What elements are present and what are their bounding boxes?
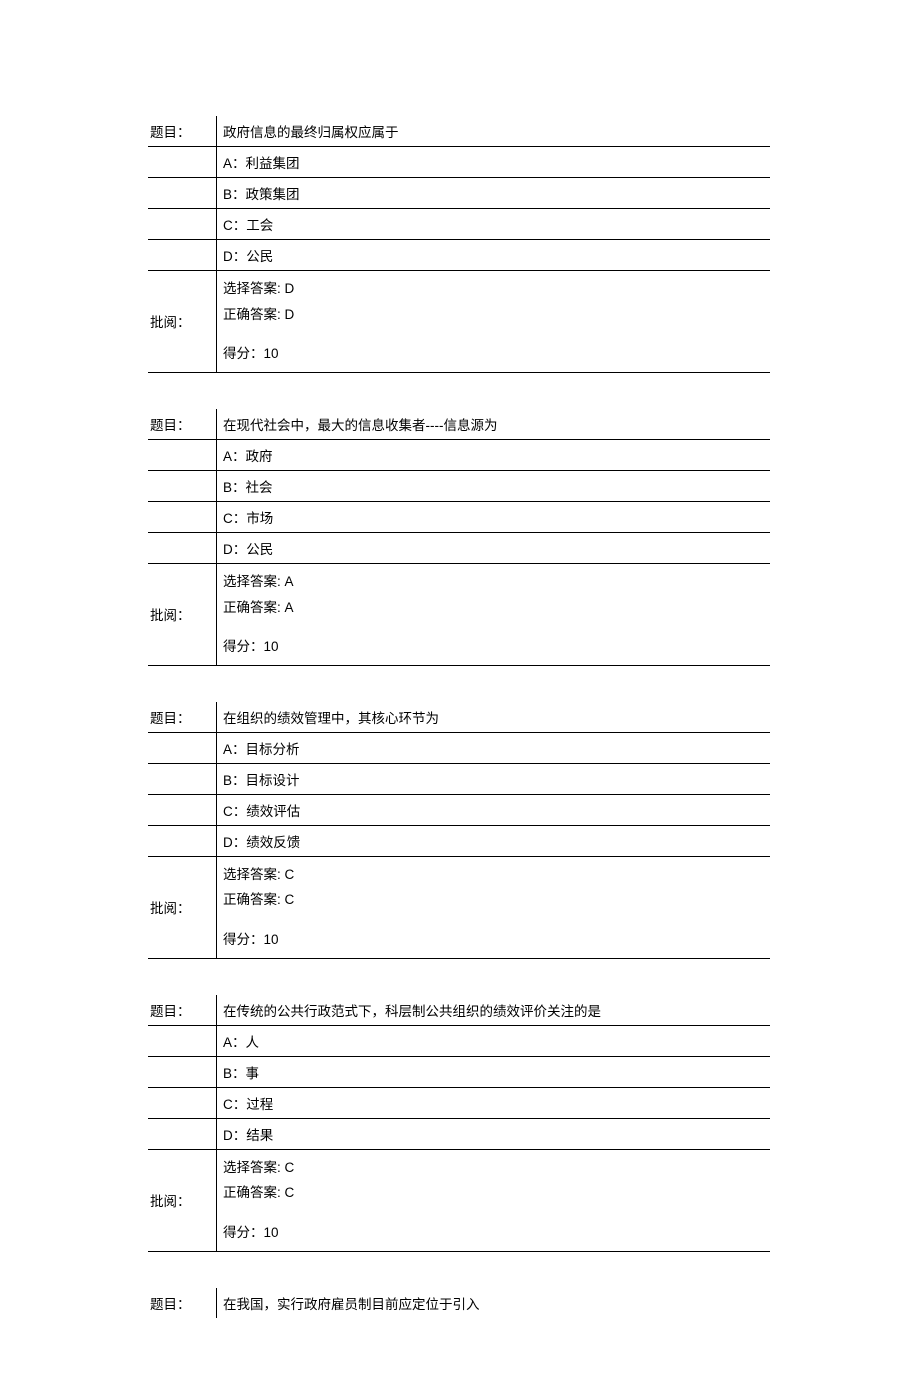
- question-row: 题目： 在现代社会中，最大的信息收集者----信息源为: [148, 409, 770, 440]
- option-row: A：目标分析: [148, 733, 770, 764]
- option-text: D：绩效反馈: [216, 826, 770, 856]
- option-text: D：公民: [216, 240, 770, 270]
- question-text: 在我国，实行政府雇员制目前应定位于引入: [216, 1288, 770, 1318]
- option-text: C：工会: [216, 209, 770, 239]
- review-label: 批阅：: [148, 271, 216, 372]
- option-text: A：政府: [216, 440, 770, 470]
- option-row: C：工会: [148, 209, 770, 240]
- question-text: 在传统的公共行政范式下，科层制公共组织的绩效评价关注的是: [216, 995, 770, 1025]
- option-row: B：社会: [148, 471, 770, 502]
- option-row: D：结果: [148, 1119, 770, 1150]
- option-row: C：过程: [148, 1088, 770, 1119]
- option-text: B：社会: [216, 471, 770, 501]
- option-text: A：利益集团: [216, 147, 770, 177]
- chosen-answer: 选择答案: D: [223, 276, 770, 302]
- option-text: D：结果: [216, 1119, 770, 1149]
- score: 得分：10: [223, 1220, 770, 1246]
- chosen-answer: 选择答案: C: [223, 862, 770, 888]
- question-row: 题目： 在传统的公共行政范式下，科层制公共组织的绩效评价关注的是: [148, 995, 770, 1026]
- question-label: 题目：: [148, 409, 216, 439]
- option-row: C：市场: [148, 502, 770, 533]
- review-row: 批阅： 选择答案: C 正确答案: C 得分：10: [148, 857, 770, 959]
- option-text: D：公民: [216, 533, 770, 563]
- option-text: B：目标设计: [216, 764, 770, 794]
- option-row: D：公民: [148, 533, 770, 564]
- score: 得分：10: [223, 341, 770, 367]
- correct-answer: 正确答案: A: [223, 595, 770, 621]
- question-label: 题目：: [148, 1288, 216, 1318]
- review-content: 选择答案: A 正确答案: A 得分：10: [216, 564, 770, 665]
- review-label: 批阅：: [148, 857, 216, 958]
- review-row: 批阅： 选择答案: C 正确答案: C 得分：10: [148, 1150, 770, 1252]
- chosen-answer: 选择答案: C: [223, 1155, 770, 1181]
- option-text: C：绩效评估: [216, 795, 770, 825]
- option-text: C：市场: [216, 502, 770, 532]
- option-row: A：利益集团: [148, 147, 770, 178]
- option-row: D：绩效反馈: [148, 826, 770, 857]
- option-text: A：目标分析: [216, 733, 770, 763]
- question-row: 题目： 在我国，实行政府雇员制目前应定位于引入: [148, 1288, 770, 1318]
- question-text: 在现代社会中，最大的信息收集者----信息源为: [216, 409, 770, 439]
- correct-answer: 正确答案: D: [223, 302, 770, 328]
- score: 得分：10: [223, 634, 770, 660]
- question-block: 题目： 在组织的绩效管理中，其核心环节为 A：目标分析 B：目标设计 C：绩效评…: [148, 702, 770, 959]
- review-content: 选择答案: D 正确答案: D 得分：10: [216, 271, 770, 372]
- question-block: 题目： 在我国，实行政府雇员制目前应定位于引入: [148, 1288, 770, 1318]
- review-content: 选择答案: C 正确答案: C 得分：10: [216, 1150, 770, 1251]
- question-block: 题目： 在传统的公共行政范式下，科层制公共组织的绩效评价关注的是 A：人 B：事…: [148, 995, 770, 1252]
- correct-answer: 正确答案: C: [223, 1180, 770, 1206]
- review-content: 选择答案: C 正确答案: C 得分：10: [216, 857, 770, 958]
- option-row: B：目标设计: [148, 764, 770, 795]
- question-label: 题目：: [148, 116, 216, 146]
- question-label: 题目：: [148, 702, 216, 732]
- question-block: 题目： 在现代社会中，最大的信息收集者----信息源为 A：政府 B：社会 C：…: [148, 409, 770, 666]
- page: 题目： 政府信息的最终归属权应属于 A：利益集团 B：政策集团 C：工会 D：公…: [0, 0, 920, 1378]
- correct-answer: 正确答案: C: [223, 887, 770, 913]
- option-text: B：事: [216, 1057, 770, 1087]
- review-row: 批阅： 选择答案: A 正确答案: A 得分：10: [148, 564, 770, 666]
- review-label: 批阅：: [148, 1150, 216, 1251]
- option-row: D：公民: [148, 240, 770, 271]
- question-block: 题目： 政府信息的最终归属权应属于 A：利益集团 B：政策集团 C：工会 D：公…: [148, 116, 770, 373]
- score: 得分：10: [223, 927, 770, 953]
- question-label: 题目：: [148, 995, 216, 1025]
- review-label: 批阅：: [148, 564, 216, 665]
- chosen-answer: 选择答案: A: [223, 569, 770, 595]
- option-text: B：政策集团: [216, 178, 770, 208]
- question-text: 政府信息的最终归属权应属于: [216, 116, 770, 146]
- option-text: A：人: [216, 1026, 770, 1056]
- option-row: B：事: [148, 1057, 770, 1088]
- question-row: 题目： 在组织的绩效管理中，其核心环节为: [148, 702, 770, 733]
- question-row: 题目： 政府信息的最终归属权应属于: [148, 116, 770, 147]
- option-row: A：政府: [148, 440, 770, 471]
- option-text: C：过程: [216, 1088, 770, 1118]
- review-row: 批阅： 选择答案: D 正确答案: D 得分：10: [148, 271, 770, 373]
- question-text: 在组织的绩效管理中，其核心环节为: [216, 702, 770, 732]
- option-row: A：人: [148, 1026, 770, 1057]
- option-row: C：绩效评估: [148, 795, 770, 826]
- option-row: B：政策集团: [148, 178, 770, 209]
